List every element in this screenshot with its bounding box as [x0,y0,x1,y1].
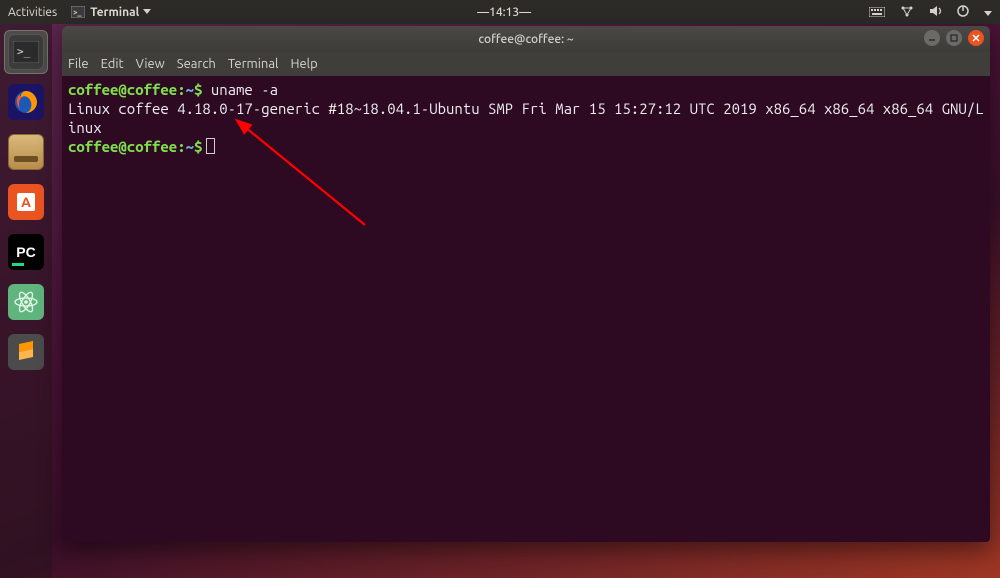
top-bar: Activities >_ Terminal — 14:13 — [0,0,1000,24]
command-input: uname -a [211,81,278,98]
maximize-button[interactable] [946,30,962,46]
minimize-button[interactable] [924,30,940,46]
chevron-down-icon [143,9,151,15]
power-icon[interactable] [957,5,969,17]
terminal-window: coffee@coffee: ~ File Edit View Search T… [62,26,990,542]
launcher-dock: >_ A PC [0,24,52,578]
volume-icon[interactable] [929,5,943,17]
window-titlebar[interactable]: coffee@coffee: ~ [62,26,990,52]
svg-text:>_: >_ [17,45,31,58]
software-icon: A [8,184,44,220]
launcher-files[interactable] [4,130,48,174]
terminal-menu-icon: >_ [71,6,85,18]
firefox-icon [8,84,44,120]
cursor [206,138,215,154]
atom-icon [8,284,44,320]
clock[interactable]: — 14:13 — [477,6,531,19]
terminal-icon: >_ [8,34,44,70]
app-menu-label: Terminal [90,6,139,19]
launcher-pycharm[interactable]: PC [4,230,48,274]
network-icon[interactable] [900,5,914,17]
menu-view[interactable]: View [136,57,165,71]
window-title: coffee@coffee: ~ [62,33,990,46]
launcher-software[interactable]: A [4,180,48,224]
files-icon [8,134,44,170]
terminal-body[interactable]: coffee@coffee:~$ uname -a Linux coffee 4… [62,76,990,542]
status-icons [857,5,992,20]
clock-time: 14:13 [489,6,519,19]
menu-edit[interactable]: Edit [101,57,124,71]
chevron-down-icon[interactable] [984,11,992,17]
activities-button[interactable]: Activities [8,6,57,19]
launcher-sublime[interactable] [4,330,48,374]
menu-help[interactable]: Help [290,57,317,71]
launcher-atom[interactable] [4,280,48,324]
window-menubar: File Edit View Search Terminal Help [62,52,990,76]
close-button[interactable] [968,30,984,46]
menu-search[interactable]: Search [177,57,216,71]
prompt: coffee@coffee:~$ [68,81,202,98]
menu-file[interactable]: File [68,57,89,71]
sublime-icon [8,334,44,370]
menu-terminal[interactable]: Terminal [228,57,279,71]
app-menu[interactable]: >_ Terminal [71,6,151,19]
pycharm-icon: PC [8,234,44,270]
command-output: Linux coffee 4.18.0-17-generic #18~18.04… [68,100,984,136]
launcher-terminal[interactable]: >_ [4,30,48,74]
svg-text:>_: >_ [73,8,82,17]
launcher-firefox[interactable] [4,80,48,124]
prompt: coffee@coffee:~$ [68,138,202,155]
keyboard-icon[interactable] [869,7,885,17]
